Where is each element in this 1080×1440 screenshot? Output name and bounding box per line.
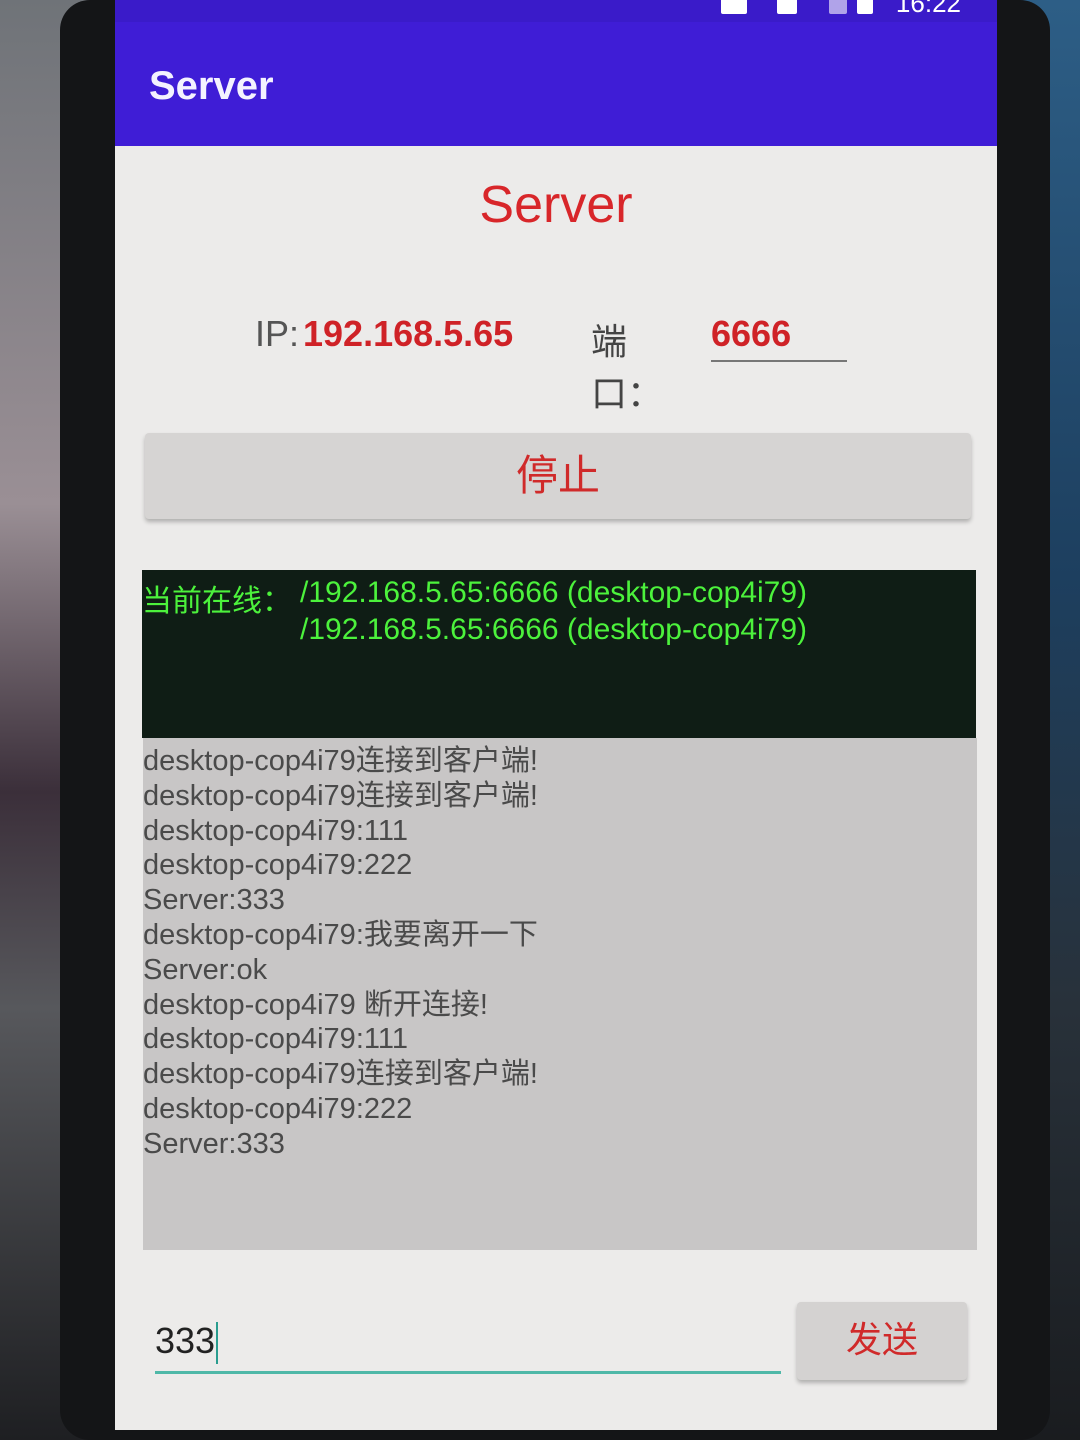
port-field[interactable]: 6666 xyxy=(711,305,847,362)
battery-icon xyxy=(857,0,873,14)
ip-value: 192.168.5.65 xyxy=(303,313,514,354)
log-line: desktop-cop4i79:111 xyxy=(143,814,408,847)
ip-label: IP: xyxy=(255,313,300,354)
stop-button[interactable]: 停止 xyxy=(145,433,971,519)
page-title: Server xyxy=(479,176,633,234)
log-line: Server:ok xyxy=(143,953,268,986)
log-line: Server:333 xyxy=(143,884,285,917)
message-input-value: 333 xyxy=(155,1320,219,1365)
status-time: 16:22 xyxy=(895,0,961,18)
text-caret xyxy=(216,1322,219,1365)
log-line: desktop-cop4i79:我要离开一下 xyxy=(143,918,538,951)
log-line: Server:333 xyxy=(143,1127,285,1160)
port-value: 6666 xyxy=(711,313,792,354)
app-title: Server xyxy=(149,64,274,108)
log-line: desktop-cop4i79连接到客户端! xyxy=(143,745,538,777)
vibrate-icon xyxy=(721,0,747,14)
online-client: /192.168.5.65:6666 (desktop-cop4i79) xyxy=(300,576,808,609)
port-label: 端口： xyxy=(591,321,664,414)
status-bar: 16:22 xyxy=(115,0,997,22)
signal-icon xyxy=(777,0,797,14)
log-line: desktop-cop4i79:111 xyxy=(143,1023,408,1056)
log-line: desktop-cop4i79:222 xyxy=(143,1092,413,1125)
log-line: desktop-cop4i79连接到客户端! xyxy=(143,1058,538,1091)
phone-screen: 16:22 Server Server IP: 192.168.5.65 端口：… xyxy=(115,0,997,1430)
message-input-text: 333 xyxy=(155,1320,216,1361)
log-line: desktop-cop4i79:222 xyxy=(143,849,413,882)
online-clients-panel: 当前在线： /192.168.5.65:6666 (desktop-cop4i7… xyxy=(142,570,976,738)
message-input[interactable]: 333 xyxy=(155,1310,781,1374)
log-line: desktop-cop4i79 断开连接! xyxy=(143,988,488,1021)
message-log: desktop-cop4i79连接到客户端! desktop-cop4i79连接… xyxy=(143,738,977,1250)
log-line: desktop-cop4i79连接到客户端! xyxy=(143,779,538,812)
online-label: 当前在线： xyxy=(142,585,292,618)
online-client: /192.168.5.65:6666 (desktop-cop4i79) xyxy=(300,613,808,646)
app-bar: Server xyxy=(115,22,997,146)
send-button[interactable]: 发送 xyxy=(797,1302,967,1380)
wifi-icon xyxy=(829,0,847,14)
